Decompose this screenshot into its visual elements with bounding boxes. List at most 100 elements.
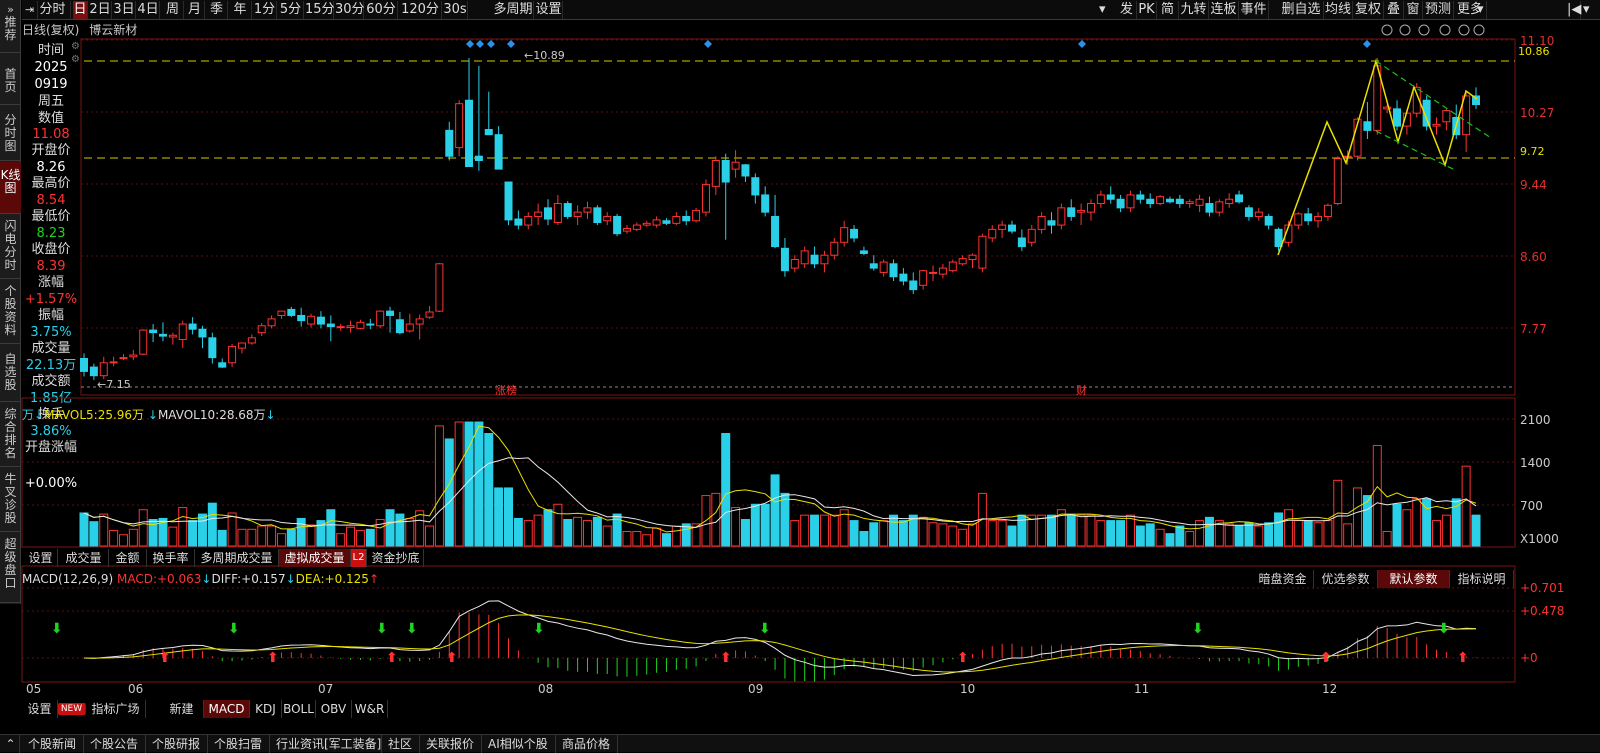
candle-body [1244, 207, 1253, 217]
candle-body [859, 250, 868, 254]
volume-bar [474, 421, 484, 547]
macd-tick-1: +0.701 [1520, 581, 1565, 595]
candle-body [1185, 201, 1194, 205]
candle-body [1077, 209, 1086, 213]
volume-bar [1066, 514, 1076, 547]
candle-body [899, 273, 908, 282]
volume-bar [257, 525, 267, 547]
mavol5-value: 25.96万 [97, 408, 145, 422]
indicator-tab-5[interactable]: MACD [204, 700, 250, 718]
plus-circle-icon[interactable] [1458, 24, 1470, 36]
volume-bar [661, 533, 671, 547]
event-diamond-icon[interactable] [487, 40, 495, 48]
bottom-link-2[interactable]: 个股公告 [84, 735, 146, 753]
indicator-tab-1[interactable]: 设置 [22, 700, 58, 718]
limit-list-tag[interactable]: 涨榜 [495, 383, 517, 397]
candle-body [445, 129, 454, 157]
macd-value: +0.063 [156, 572, 202, 586]
candle-body [336, 326, 345, 329]
candle-body [80, 357, 88, 372]
volume-bar [918, 516, 928, 547]
volume-bar [1155, 528, 1165, 547]
volume-bar [1185, 530, 1195, 547]
candle-body [386, 310, 395, 316]
bottom-link-5[interactable]: 行业资讯[军工装备] [270, 735, 382, 753]
candle-body [1333, 158, 1342, 205]
kline-chart[interactable]: ⬇ ⬆ ⬇ ⬆ ⬇ ⬆ ⬇ ⬆ ⬇ ⬆ ⬇ ⬆ ⬇ ⬆ ⬇ ⬆ 涨榜 财 ⚙ ⚙ [0, 0, 1600, 752]
indicator-tab-8[interactable]: OBV [316, 700, 352, 718]
candle-body [879, 261, 888, 273]
candle-body [1363, 121, 1372, 131]
collapse-icon[interactable]: ⌃ [2, 735, 20, 753]
volume-tab-1[interactable]: 设置 [24, 549, 58, 567]
candle-body [514, 218, 523, 226]
candle-body [840, 227, 849, 243]
macd-param-tab-4[interactable]: 指标说明 [1450, 570, 1514, 588]
bottom-link-1[interactable]: 个股新闻 [22, 735, 84, 753]
event-diamond-icon[interactable] [1078, 40, 1086, 48]
down-arrow-icon: ↓ [147, 408, 158, 422]
volume-bar [740, 519, 750, 547]
indicator-tab-7[interactable]: BOLL [282, 700, 316, 718]
event-diamond-icon[interactable] [704, 40, 712, 48]
volume-bar [760, 503, 770, 547]
link-icon[interactable] [1418, 24, 1430, 36]
candle-body [968, 254, 977, 260]
volume-bar [326, 509, 336, 547]
volume-tab-7[interactable]: L2 [351, 549, 367, 567]
candle-body [682, 215, 691, 222]
indicator-tab-2[interactable]: NEW [58, 703, 86, 715]
indicator-tab-4[interactable]: 新建 [146, 700, 204, 718]
candle-body [494, 134, 503, 170]
volume-bar [573, 516, 583, 547]
volume-bar [484, 433, 494, 547]
volume-bar [178, 507, 188, 547]
volume-bar [306, 524, 316, 547]
buy-signal-arrow-icon: ⬆ [1320, 650, 1332, 666]
volume-tab-4[interactable]: 换手率 [147, 549, 195, 567]
candle-body [247, 337, 256, 344]
month-label-5: 09 [748, 682, 764, 696]
settings-gear-icon[interactable]: ⚙ [71, 54, 80, 65]
event-diamond-icon[interactable] [466, 40, 474, 48]
volume-bar [889, 514, 899, 547]
candle-body [701, 184, 710, 213]
volume-tab-8[interactable]: 资金抄底 [368, 549, 424, 567]
volume-bar [533, 514, 543, 547]
indicator-tab-6[interactable]: KDJ [250, 700, 282, 718]
macd-param-tab-3[interactable]: 默认参数 [1378, 570, 1450, 588]
bottom-link-4[interactable]: 个股扫雷 [208, 735, 270, 753]
lock-icon[interactable] [1439, 24, 1451, 36]
volume-bar [928, 522, 938, 547]
down-arrow-icon: ↓ [201, 572, 212, 586]
bottom-link-6[interactable]: 社区 [382, 735, 420, 753]
eye-icon[interactable] [1399, 24, 1411, 36]
indicator-tab-9[interactable]: W&R [352, 700, 388, 718]
volume-bar [1224, 523, 1234, 547]
volume-bar [128, 528, 138, 547]
event-diamond-icon[interactable] [507, 40, 515, 48]
dea-value: +0.125 [324, 572, 369, 586]
macd-param-tab-2[interactable]: 优选参数 [1314, 570, 1378, 588]
minus-circle-icon[interactable] [1473, 24, 1485, 36]
volume-tab-6[interactable]: 虚拟成交量 [279, 549, 351, 567]
pencil-icon[interactable] [1381, 24, 1393, 36]
sell-signal-arrow-icon: ⬇ [51, 621, 63, 637]
indicator-tab-3[interactable]: 指标广场 [86, 700, 146, 718]
volume-bar [1441, 514, 1451, 547]
bottom-link-9[interactable]: 商品价格 [556, 735, 618, 753]
bottom-link-8[interactable]: AI相似个股 [482, 735, 556, 753]
volume-tab-3[interactable]: 金额 [109, 549, 147, 567]
settings-gear-icon[interactable]: ⚙ [71, 41, 80, 52]
volume-tab-5[interactable]: 多周期成交量 [195, 549, 279, 567]
volume-bar [780, 492, 790, 547]
event-diamond-icon[interactable] [476, 40, 484, 48]
volume-tab-2[interactable]: 成交量 [59, 549, 109, 567]
finance-tag[interactable]: 财 [1076, 383, 1087, 397]
volume-bar [247, 528, 257, 547]
event-diamond-icon[interactable] [1363, 40, 1371, 48]
month-label-4: 08 [538, 682, 554, 696]
bottom-link-3[interactable]: 个股研报 [146, 735, 208, 753]
macd-param-tab-1[interactable]: 暗盘资金 [1252, 570, 1314, 588]
bottom-link-7[interactable]: 关联报价 [420, 735, 482, 753]
